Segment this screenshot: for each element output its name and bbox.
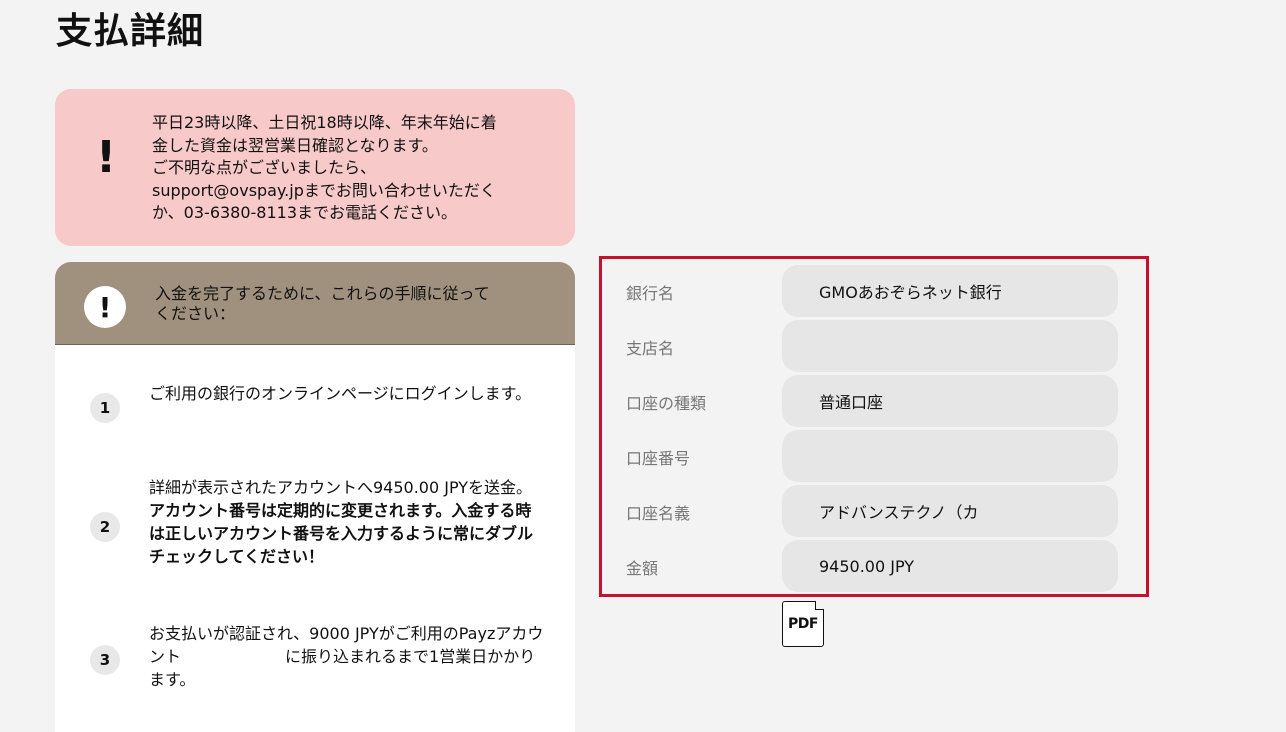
bank-row-account-number: 口座番号 bbox=[602, 430, 1146, 482]
step-number-2: 2 bbox=[90, 512, 120, 542]
steps-header-text: 入金を完了するために、これらの手順に従って ください： bbox=[155, 284, 490, 323]
pdf-file-icon: PDF bbox=[788, 616, 818, 632]
step-text-1: ご利用の銀行のオンラインページにログインします。 bbox=[149, 384, 532, 403]
bank-row-account-type: 口座の種類 普通口座 bbox=[602, 375, 1146, 427]
page-title: 支払詳細 bbox=[56, 11, 205, 52]
bank-label: 口座の種類 bbox=[626, 394, 707, 413]
bank-value-field[interactable]: GMOあおぞらネット銀行 bbox=[782, 265, 1118, 317]
pdf-download-button[interactable]: PDF bbox=[782, 601, 824, 647]
step-text-2-bold: アカウント番号は定期的に変更されます。入金する時は正しいアカウント番号を入力する… bbox=[149, 501, 534, 566]
exclamation-icon: ! bbox=[96, 132, 117, 183]
bank-value-field[interactable] bbox=[782, 430, 1118, 482]
notice-text: 平日23時以降、土日祝18時以降、年末年始に着 金した資金は翌営業日確認となりま… bbox=[152, 113, 497, 222]
steps-header: ! 入金を完了するために、これらの手順に従って ください： bbox=[55, 262, 575, 345]
step-text-3: お支払いが認証され、9000 JPYがご利用のPayzアカウント に振り込まれるま… bbox=[149, 622, 544, 691]
bank-label: 口座名義 bbox=[626, 504, 691, 523]
step-number-1: 1 bbox=[90, 393, 120, 423]
steps-card: ! 入金を完了するために、これらの手順に従って ください： 1 ご利用の銀行のオ… bbox=[55, 262, 575, 732]
step-text-2-plain: 詳細が表示されたアカウントへ9450.00 JPYを送金。 bbox=[149, 478, 533, 497]
bank-details-panel: 銀行名 GMOあおぞらネット銀行 支店名 口座の種類 普通口座 口座番号 口座名… bbox=[599, 256, 1149, 597]
bank-label: 支店名 bbox=[626, 339, 675, 358]
bank-value-field[interactable]: 普通口座 bbox=[782, 375, 1118, 427]
step-text-3-plain-b: に振り込まれるまで1営業日かかります。 bbox=[149, 647, 536, 689]
bank-value-field[interactable]: 9450.00 JPY bbox=[782, 540, 1118, 592]
bank-label: 口座番号 bbox=[626, 449, 691, 468]
bank-label: 金額 bbox=[626, 559, 659, 578]
bank-label: 銀行名 bbox=[626, 284, 675, 303]
bank-row-account-holder: 口座名義 アドバンステクノ（カ bbox=[602, 485, 1146, 537]
bank-row-amount: 金額 9450.00 JPY bbox=[602, 540, 1146, 592]
bank-value-field[interactable] bbox=[782, 320, 1118, 372]
bank-row-branch: 支店名 bbox=[602, 320, 1146, 372]
step-text-2: 詳細が表示されたアカウントへ9450.00 JPYを送金。アカウント番号は定期的… bbox=[149, 476, 544, 568]
bank-value-field[interactable]: アドバンステクノ（カ bbox=[782, 485, 1118, 537]
step-number-3: 3 bbox=[90, 645, 120, 675]
bank-row-bank-name: 銀行名 GMOあおぞらネット銀行 bbox=[602, 265, 1146, 317]
exclamation-circle-icon: ! bbox=[84, 286, 126, 328]
